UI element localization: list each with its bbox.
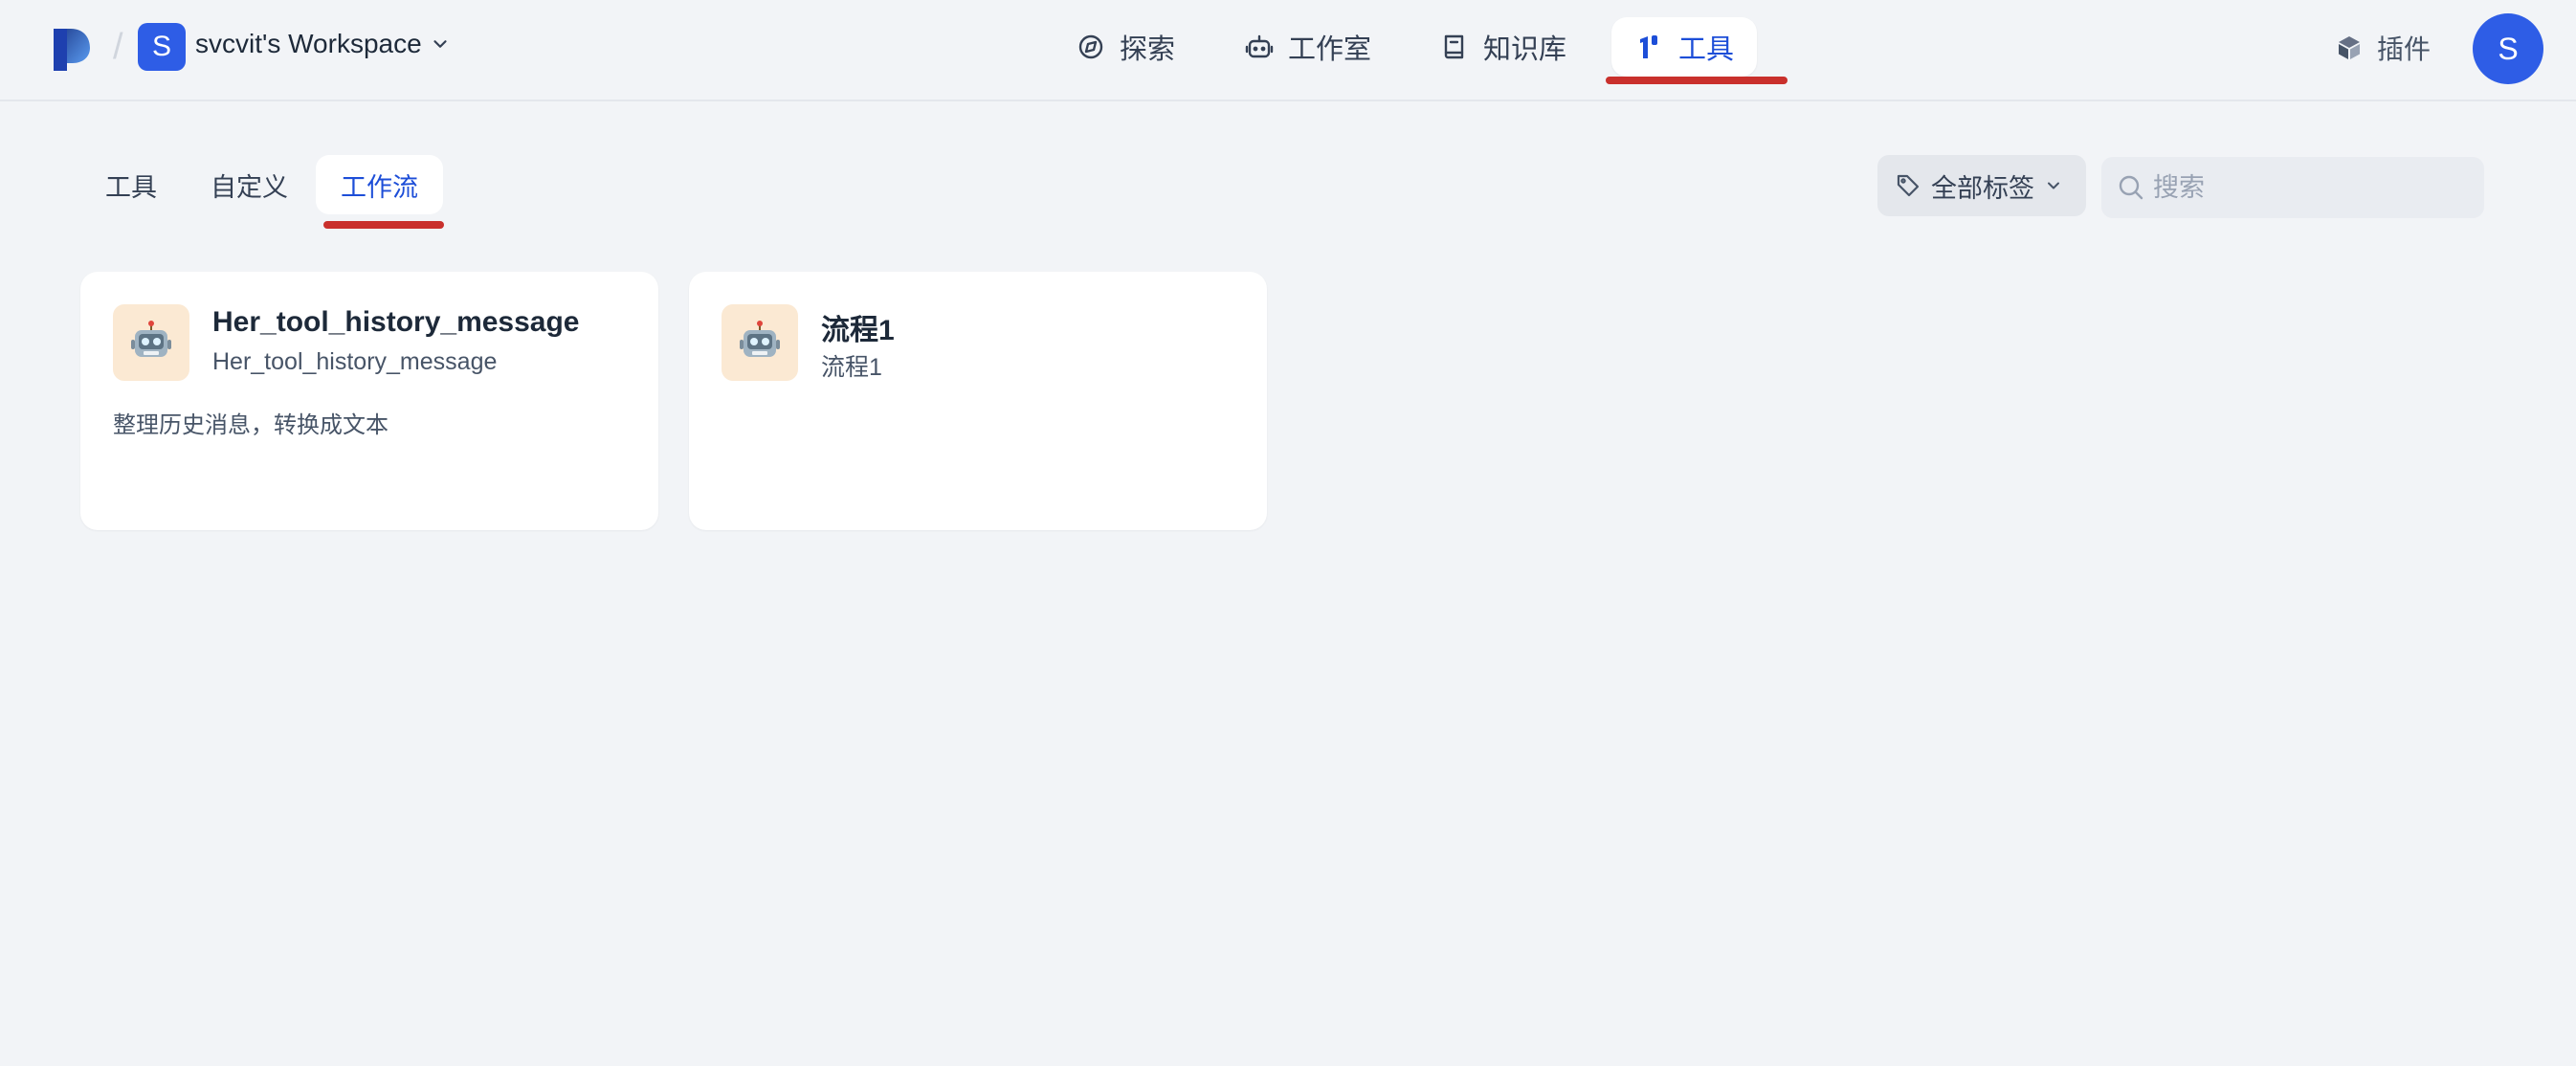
tag-filter-dropdown[interactable]: 全部标签	[1877, 155, 2086, 216]
active-subtab-indicator	[323, 221, 444, 229]
search-box[interactable]	[2101, 157, 2484, 218]
nav-item-tools[interactable]: 工具	[1611, 17, 1758, 77]
tools-icon	[1640, 35, 1657, 58]
compass-icon	[1078, 34, 1103, 59]
nav-item-explore[interactable]: 探索	[1053, 17, 1198, 77]
nav-item-studio[interactable]: 工作室	[1221, 17, 1394, 77]
card-subtitle: Her_tool_history_message	[212, 348, 498, 375]
top-header: / S svcvit's Workspace 探索 工作室 知识库 工具 插件 …	[0, 0, 2576, 101]
card-title: Her_tool_history_message	[212, 306, 580, 338]
tag-icon	[1897, 174, 1920, 197]
nav-label-explore: 探索	[1120, 34, 1176, 65]
card-subtitle: 流程1	[821, 354, 882, 381]
workspace-badge[interactable]: S	[138, 23, 186, 71]
chevron-down-icon	[433, 40, 447, 48]
robot-emoji-icon	[740, 321, 780, 357]
nav-label-studio: 工作室	[1288, 34, 1372, 65]
subtab-workflow[interactable]: 工作流	[316, 155, 443, 214]
user-avatar[interactable]: S	[2473, 13, 2543, 84]
plugins-button[interactable]: 插件	[2335, 29, 2431, 67]
subtab-custom[interactable]: 自定义	[186, 155, 313, 214]
nav-label-knowledge: 知识库	[1483, 34, 1567, 65]
plugins-label: 插件	[2377, 34, 2432, 64]
robot-emoji-icon	[131, 321, 171, 357]
subtab-tools[interactable]: 工具	[80, 155, 182, 214]
nav-item-knowledge[interactable]: 知识库	[1416, 17, 1589, 77]
book-icon	[1444, 34, 1464, 59]
chevron-down-icon	[2048, 182, 2059, 189]
search-input[interactable]	[2153, 172, 2469, 203]
search-icon	[2119, 175, 2143, 200]
app-logo-icon[interactable]	[50, 25, 94, 73]
workflow-card-flow1[interactable]: 流程1 流程1	[689, 272, 1267, 530]
breadcrumb-separator: /	[113, 27, 123, 67]
workspace-name: svcvit's Workspace	[195, 29, 422, 58]
workspace-switcher[interactable]: svcvit's Workspace	[195, 29, 451, 59]
workflow-card-her-tool[interactable]: Her_tool_history_message Her_tool_histor…	[80, 272, 658, 530]
cube-icon	[2339, 36, 2360, 59]
card-icon-box	[722, 304, 798, 381]
card-title: 流程1	[821, 315, 895, 346]
tag-filter-label: 全部标签	[1931, 173, 2034, 203]
active-nav-indicator	[1606, 77, 1788, 84]
card-icon-box	[113, 304, 189, 381]
robot-icon	[1245, 34, 1274, 58]
nav-label-tools: 工具	[1678, 34, 1735, 65]
card-description: 整理历史消息，转换成文本	[113, 412, 389, 438]
